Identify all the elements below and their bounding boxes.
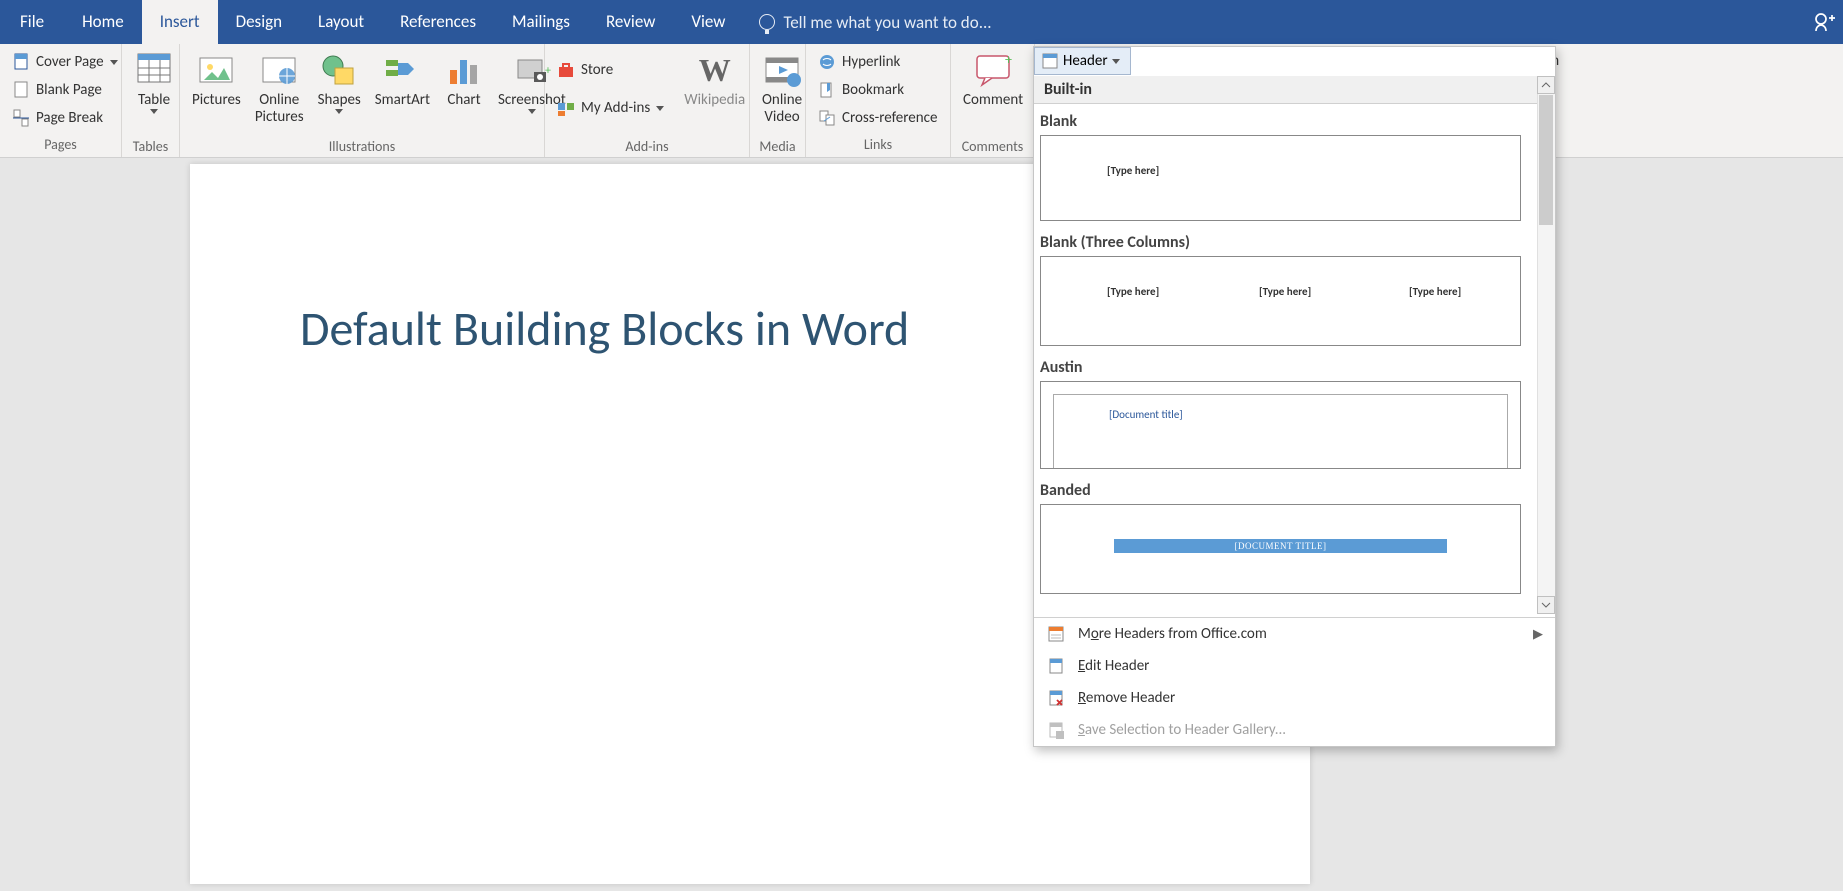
- scroll-down-button[interactable]: [1537, 596, 1555, 614]
- document-area: Default Building Blocks in Word: [0, 158, 1843, 891]
- chevron-down-icon: [528, 109, 536, 114]
- blank-page-button[interactable]: Blank Page: [6, 76, 108, 104]
- office-icon: [1046, 624, 1066, 644]
- smartart-icon: [382, 50, 422, 90]
- chart-icon: [444, 50, 484, 90]
- more-headers-menuitem[interactable]: More Headers from Office.com ▶: [1034, 618, 1555, 650]
- smartart-button[interactable]: SmartArt: [369, 48, 436, 138]
- gallery-item-label: Blank: [1040, 104, 1549, 135]
- placeholder-text: [Type here]: [1107, 164, 1159, 177]
- shapes-icon: [319, 50, 359, 90]
- tell-me[interactable]: Tell me what you want to do...: [743, 12, 991, 33]
- bulb-icon: [759, 14, 775, 30]
- group-label-addins: Add-ins: [545, 138, 749, 159]
- my-addins-button[interactable]: My Add-ins: [551, 94, 670, 122]
- group-label-tables: Tables: [122, 138, 179, 159]
- wikipedia-icon: W: [695, 50, 735, 90]
- gallery-item-blank-three-columns[interactable]: [Type here] [Type here] [Type here]: [1040, 256, 1521, 346]
- online-pictures-button[interactable]: Online Pictures: [249, 48, 310, 138]
- gallery-item-label: Austin: [1040, 350, 1549, 381]
- chevron-down-icon: [110, 60, 118, 65]
- gallery-item-austin[interactable]: [Document title]: [1040, 381, 1521, 469]
- chevron-down-icon: [150, 109, 158, 114]
- gallery-item-blank[interactable]: [Type here]: [1040, 135, 1521, 221]
- group-label-pages: Pages: [0, 136, 121, 157]
- chevron-down-icon: [335, 109, 343, 114]
- cover-page-button[interactable]: Cover Page: [6, 48, 124, 76]
- addins-icon: [557, 99, 575, 117]
- tab-view[interactable]: View: [673, 0, 743, 44]
- wikipedia-button[interactable]: W Wikipedia: [678, 48, 751, 138]
- gallery-item-label: Banded: [1040, 473, 1549, 504]
- ribbon: Cover Page Blank Page Page Break Pages T…: [0, 44, 1843, 158]
- scrollbar-thumb[interactable]: [1539, 95, 1553, 225]
- gallery-section-builtin: Built-in: [1034, 76, 1555, 104]
- hyperlink-button[interactable]: Hyperlink: [812, 48, 906, 76]
- svg-text:+: +: [1005, 51, 1012, 68]
- comment-icon: +: [973, 50, 1013, 90]
- chevron-down-icon: [1112, 59, 1120, 64]
- gallery-item-banded[interactable]: [DOCUMENT TITLE]: [1040, 504, 1521, 594]
- scroll-up-button[interactable]: [1537, 76, 1555, 94]
- hyperlink-icon: [818, 53, 836, 71]
- chart-button[interactable]: Chart: [438, 48, 490, 138]
- pictures-button[interactable]: Pictures: [186, 48, 247, 138]
- cross-ref-icon: [818, 109, 836, 127]
- placeholder-text: [Type here]: [1259, 285, 1311, 298]
- table-icon: [134, 50, 174, 90]
- tab-mailings[interactable]: Mailings: [494, 0, 588, 44]
- bookmark-button[interactable]: Bookmark: [812, 76, 910, 104]
- save-selection-menuitem: Save Selection to Header Gallery...: [1034, 714, 1555, 746]
- cover-page-icon: [12, 53, 30, 71]
- edit-header-menuitem[interactable]: Edit Header: [1034, 650, 1555, 682]
- group-label-comments: Comments: [951, 138, 1034, 159]
- online-pictures-icon: [259, 50, 299, 90]
- remove-header-menuitem[interactable]: Remove Header: [1034, 682, 1555, 714]
- ribbon-tabs: File Home Insert Design Layout Reference…: [0, 0, 1843, 44]
- tab-layout[interactable]: Layout: [300, 0, 382, 44]
- edit-header-icon: [1046, 656, 1066, 676]
- share-icon[interactable]: [1809, 7, 1839, 37]
- online-video-button[interactable]: Online Video: [756, 48, 808, 138]
- tell-me-placeholder: Tell me what you want to do...: [783, 12, 991, 33]
- save-gallery-icon: [1046, 720, 1066, 740]
- page-break-icon: [12, 109, 30, 127]
- page-break-button[interactable]: Page Break: [6, 104, 109, 132]
- store-button[interactable]: Store: [551, 56, 670, 84]
- store-icon: [557, 61, 575, 79]
- gallery-footer: More Headers from Office.com ▶ Edit Head…: [1034, 617, 1555, 746]
- blank-page-icon: [12, 81, 30, 99]
- gallery-item-label: Blank (Three Columns): [1040, 225, 1549, 256]
- placeholder-text: [Type here]: [1409, 285, 1461, 298]
- header-gallery-dropdown: Header Built-in Blank [Type here] Blank …: [1033, 46, 1556, 747]
- placeholder-text: [Type here]: [1107, 285, 1159, 298]
- comment-button[interactable]: + Comment: [957, 48, 1029, 138]
- group-label-illustrations: Illustrations: [180, 138, 544, 159]
- header-button[interactable]: Header: [1034, 47, 1131, 75]
- shapes-button[interactable]: Shapes: [312, 48, 367, 138]
- cross-reference-button[interactable]: Cross-reference: [812, 104, 943, 132]
- remove-header-icon: [1046, 688, 1066, 708]
- placeholder-text: [Document title]: [1109, 408, 1183, 421]
- tab-insert[interactable]: Insert: [142, 0, 218, 44]
- tab-home[interactable]: Home: [64, 0, 142, 44]
- group-label-links: Links: [806, 136, 950, 157]
- bookmark-icon: [818, 81, 836, 99]
- placeholder-text: [DOCUMENT TITLE]: [1114, 539, 1447, 553]
- tab-design[interactable]: Design: [218, 0, 300, 44]
- tab-references[interactable]: References: [382, 0, 494, 44]
- group-label-media: Media: [750, 138, 805, 159]
- video-icon: [762, 50, 802, 90]
- picture-icon: [196, 50, 236, 90]
- chevron-right-icon: ▶: [1533, 627, 1543, 642]
- tab-review[interactable]: Review: [588, 0, 673, 44]
- header-icon: [1041, 52, 1059, 70]
- tab-file[interactable]: File: [0, 0, 64, 44]
- table-button[interactable]: Table: [128, 48, 180, 138]
- document-heading: Default Building Blocks in Word: [300, 299, 909, 358]
- chevron-down-icon: [656, 106, 664, 111]
